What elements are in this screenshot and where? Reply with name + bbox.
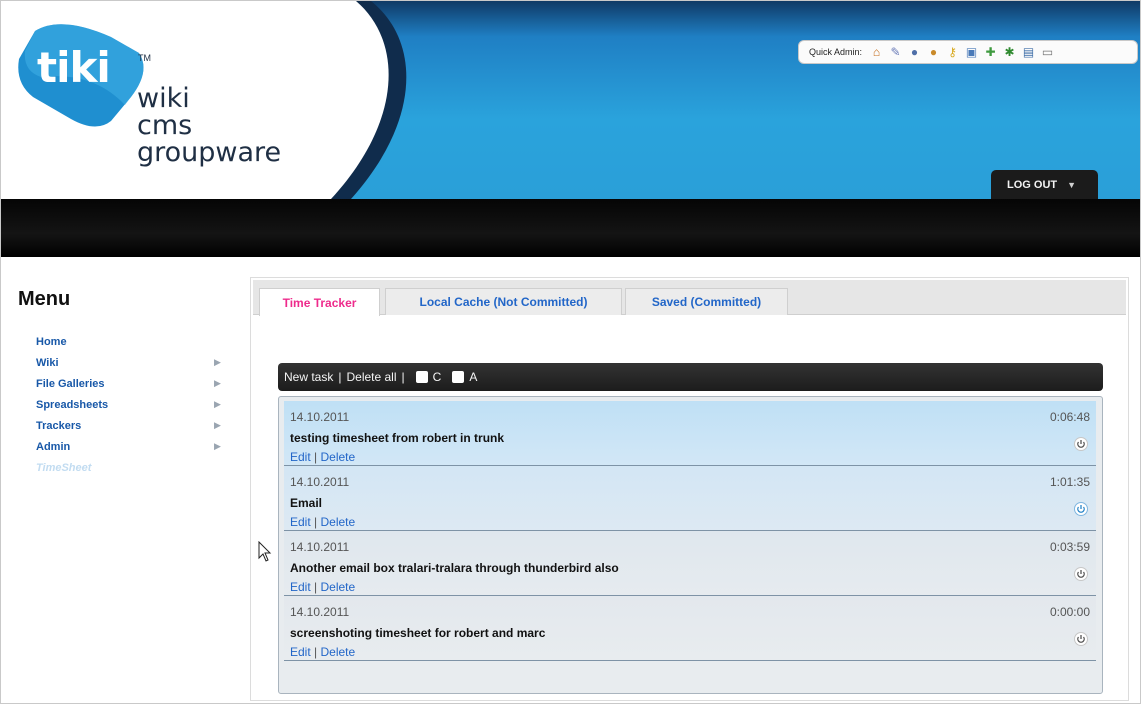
- tab-strip: Time Tracker Local Cache (Not Committed)…: [253, 280, 1126, 316]
- plugin-icon[interactable]: ✱: [1002, 45, 1017, 60]
- task-item: 14.10.2011 0:00:00 screenshoting timeshe…: [284, 596, 1096, 661]
- sidebar-menu: Home Wiki ▶ File Galleries ▶ Spreadsheet…: [36, 336, 226, 483]
- chevron-right-icon: ▶: [214, 441, 221, 451]
- logo-line-cms: cms: [137, 110, 193, 141]
- task-item: 14.10.2011 0:03:59 Another email box tra…: [284, 531, 1096, 596]
- chevron-right-icon: ▶: [214, 378, 221, 388]
- delete-link[interactable]: Delete: [321, 580, 356, 594]
- new-task-link[interactable]: New task: [284, 370, 333, 384]
- toolbar-separator: |: [338, 370, 342, 384]
- delete-link[interactable]: Delete: [321, 450, 356, 464]
- menu-item-wiki[interactable]: Wiki ▶: [36, 357, 226, 378]
- menu-item-file-galleries[interactable]: File Galleries ▶: [36, 378, 226, 399]
- task-title: screenshoting timesheet for robert and m…: [290, 626, 546, 640]
- task-toolbar: New task | Delete all | C A: [278, 363, 1103, 391]
- checkbox-c[interactable]: [415, 371, 428, 383]
- tab-label: Local Cache (Not Committed): [419, 295, 588, 309]
- link-separator: |: [314, 450, 318, 464]
- menu-item-spreadsheets[interactable]: Spreadsheets ▶: [36, 399, 226, 420]
- menu-item-admin[interactable]: Admin ▶: [36, 441, 226, 462]
- task-date: 14.10.2011: [290, 475, 350, 489]
- menu-item-label: File Galleries: [36, 378, 105, 390]
- edit-link[interactable]: Edit: [290, 580, 311, 594]
- power-toggle-icon[interactable]: [1074, 502, 1088, 516]
- menu-item-timesheet[interactable]: TimeSheet: [36, 462, 226, 483]
- task-list: 14.10.2011 0:06:48 testing timesheet fro…: [278, 396, 1103, 694]
- tab-local-cache[interactable]: Local Cache (Not Committed): [385, 288, 622, 315]
- tab-saved[interactable]: Saved (Committed): [625, 288, 788, 315]
- mouse-cursor-icon: [258, 541, 272, 562]
- task-date: 14.10.2011: [290, 410, 350, 424]
- task-title: Email: [290, 496, 323, 510]
- timesheet-panel: Time Tracker Local Cache (Not Committed)…: [250, 277, 1129, 701]
- task-item: 14.10.2011 1:01:35 Email Edit | Delete: [284, 466, 1096, 531]
- edit-link[interactable]: Edit: [290, 645, 311, 659]
- power-toggle-icon[interactable]: [1074, 437, 1088, 451]
- delete-link[interactable]: Delete: [321, 515, 356, 529]
- tab-label: Saved (Committed): [651, 295, 762, 309]
- checkbox-c-label: C: [432, 370, 442, 384]
- delete-all-link[interactable]: Delete all: [346, 370, 396, 384]
- chevron-right-icon: ▶: [214, 420, 221, 430]
- logo-tagline: wiki cms groupware: [137, 85, 281, 166]
- tab-label: Time Tracker: [282, 295, 357, 310]
- top-nav-bar: [1, 199, 1140, 257]
- task-item: 14.10.2011 0:06:48 testing timesheet fro…: [284, 401, 1096, 466]
- power-toggle-icon[interactable]: [1074, 632, 1088, 646]
- task-actions: Edit | Delete: [290, 515, 355, 529]
- keyboard-icon[interactable]: ▭: [1040, 45, 1055, 60]
- brush-icon[interactable]: ✎: [888, 45, 903, 60]
- menu-item-label: TimeSheet: [36, 462, 92, 474]
- logo-word: tiki: [37, 43, 111, 92]
- quick-admin-bar: Quick Admin: ⌂ ✎ ● ● ⚷ ▣ ✚ ✱ ▤ ▭: [798, 40, 1138, 64]
- task-date: 14.10.2011: [290, 605, 350, 619]
- task-duration: 0:00:00: [1049, 605, 1090, 619]
- link-separator: |: [314, 515, 318, 529]
- key-icon[interactable]: ⚷: [945, 45, 960, 60]
- logo-line-wiki: wiki: [137, 83, 190, 114]
- task-duration: 0:06:48: [1049, 410, 1090, 424]
- logout-button[interactable]: LOG OUT ▼: [991, 170, 1098, 199]
- checkbox-a-label: A: [469, 370, 478, 384]
- link-separator: |: [314, 580, 318, 594]
- logo-line-groupware: groupware: [137, 137, 282, 168]
- task-actions: Edit | Delete: [290, 580, 355, 594]
- puzzle-icon[interactable]: ✚: [983, 45, 998, 60]
- task-date: 14.10.2011: [290, 540, 350, 554]
- menu-item-label: Spreadsheets: [36, 399, 109, 411]
- quick-admin-label: Quick Admin:: [809, 47, 863, 57]
- power-toggle-icon[interactable]: [1074, 567, 1088, 581]
- edit-link[interactable]: Edit: [290, 450, 311, 464]
- menu-item-label: Trackers: [36, 420, 82, 432]
- chevron-right-icon: ▶: [214, 399, 221, 409]
- link-separator: |: [314, 645, 318, 659]
- task-title: Another email box tralari-tralara throug…: [290, 561, 619, 575]
- delete-link[interactable]: Delete: [321, 645, 356, 659]
- task-duration: 0:03:59: [1049, 540, 1090, 554]
- checkbox-a[interactable]: [452, 371, 465, 383]
- logout-label: LOG OUT: [1007, 179, 1058, 191]
- chevron-right-icon: ▶: [214, 357, 221, 367]
- user-icon[interactable]: ●: [907, 45, 922, 60]
- edit-link[interactable]: Edit: [290, 515, 311, 529]
- menu-item-trackers[interactable]: Trackers ▶: [36, 420, 226, 441]
- document-icon[interactable]: ▤: [1021, 45, 1036, 60]
- tab-time-tracker[interactable]: Time Tracker: [259, 288, 380, 316]
- home-icon[interactable]: ⌂: [869, 45, 884, 60]
- menu-title: Menu: [18, 288, 71, 310]
- menu-item-label: Admin: [36, 441, 71, 453]
- toolbar-separator: |: [401, 370, 405, 384]
- task-title: testing timesheet from robert in trunk: [290, 431, 505, 445]
- site-header: tiki TM wiki cms groupware Quick Admin: …: [1, 1, 1140, 199]
- task-actions: Edit | Delete: [290, 645, 355, 659]
- menu-item-label: Home: [36, 336, 67, 348]
- menu-item-home[interactable]: Home: [36, 336, 226, 357]
- window-icon[interactable]: ▣: [964, 45, 979, 60]
- task-duration: 1:01:35: [1049, 475, 1090, 489]
- trademark-mark: TM: [138, 53, 151, 63]
- caret-down-icon: ▼: [1067, 180, 1077, 190]
- menu-item-label: Wiki: [36, 357, 59, 369]
- users-icon[interactable]: ●: [926, 45, 941, 60]
- task-actions: Edit | Delete: [290, 450, 355, 464]
